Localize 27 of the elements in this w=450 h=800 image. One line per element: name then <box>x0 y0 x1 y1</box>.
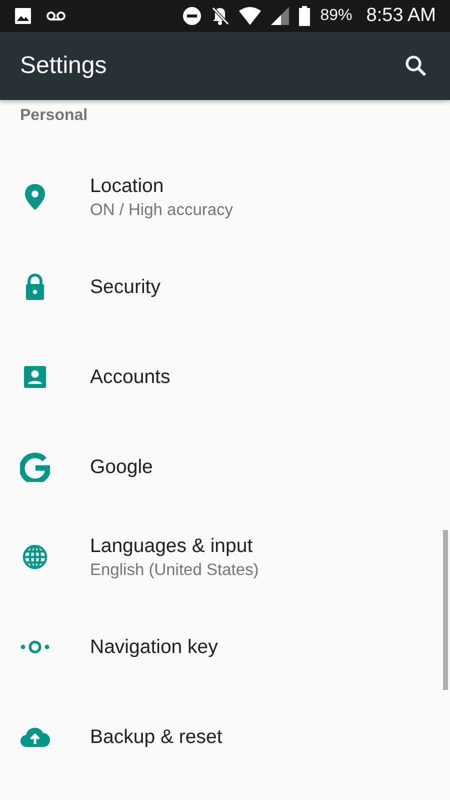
location-pin-icon <box>23 183 47 211</box>
account-icon <box>23 365 47 389</box>
wifi-icon <box>239 7 262 25</box>
battery-icon <box>299 6 310 26</box>
globe-icon <box>22 544 48 570</box>
do-not-disturb-icon <box>183 7 202 25</box>
google-g-icon <box>20 452 50 482</box>
clock-time: 8:53 AM <box>366 5 436 27</box>
voicemail-icon <box>46 11 66 21</box>
setting-title[interactable]: Navigation key <box>90 636 218 658</box>
setting-title[interactable]: Languages & input <box>90 534 259 558</box>
page-title: Settings <box>20 52 107 80</box>
battery-percentage: 89% <box>320 7 352 25</box>
setting-title[interactable]: Security <box>90 276 160 298</box>
setting-title[interactable]: Google <box>90 456 153 478</box>
setting-title[interactable]: Accounts <box>90 366 170 388</box>
signal-icon <box>271 7 290 25</box>
muted-bell-icon <box>211 6 230 26</box>
image-icon <box>14 7 32 25</box>
setting-title[interactable]: Location <box>90 174 234 198</box>
setting-summary: ON / High accuracy <box>90 200 234 220</box>
cloud-upload-icon <box>20 726 50 748</box>
section-header: Personal <box>20 107 88 124</box>
navigation-dot-icon <box>20 640 50 654</box>
setting-title[interactable]: Backup & reset <box>90 726 222 748</box>
setting-summary: English (United States) <box>90 560 259 580</box>
padlock-icon <box>23 273 47 301</box>
